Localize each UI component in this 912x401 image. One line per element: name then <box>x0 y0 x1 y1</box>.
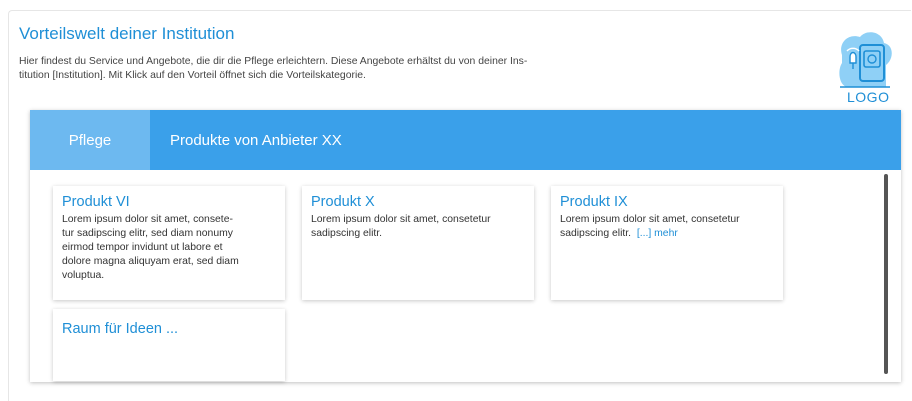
card-text-line: voluptua. <box>62 270 105 281</box>
card-text-line: Lorem ipsum dolor sit amet, consete- <box>62 214 233 225</box>
card-text: Lorem ipsum dolor sit amet, consetetur s… <box>311 213 525 241</box>
benefits-panel: Pflege Produkte von Anbieter XX Produkt … <box>30 110 901 382</box>
tab-bar: Pflege Produkte von Anbieter XX <box>30 110 901 170</box>
card-text: Lorem ipsum dolor sit amet, consete- tur… <box>62 213 276 283</box>
page-title: Vorteilswelt deiner Institution <box>19 24 235 43</box>
intro-line: titution [Institution]. Mit Klick auf de… <box>19 70 366 81</box>
tab-pflege[interactable]: Pflege <box>30 110 150 170</box>
intro-line: Hier findest du Service und Angebote, di… <box>19 56 528 67</box>
card-text-line: tur sadipscing elitr, sed diam nonumy <box>62 228 233 239</box>
card-text-segment: sadipscing elitr. <box>560 228 632 239</box>
card-title: Produkt X <box>311 194 375 210</box>
product-card-vi[interactable]: Produkt VI Lorem ipsum dolor sit amet, c… <box>53 186 285 300</box>
card-title: Raum für Ideen ... <box>62 321 179 337</box>
scrollbar[interactable] <box>884 174 888 374</box>
card-text-line: Lorem ipsum dolor sit amet, consetetur <box>560 214 740 225</box>
card-text-line: sadipscing elitr. <box>311 228 383 239</box>
card-text: Lorem ipsum dolor sit amet, consetetur s… <box>560 213 774 241</box>
more-link[interactable]: [...] mehr <box>637 228 678 239</box>
product-card-ix[interactable]: Produkt IX Lorem ipsum dolor sit amet, c… <box>551 186 783 300</box>
card-title: Produkt VI <box>62 194 130 210</box>
intro-text: Hier findest du Service und Angebote, di… <box>19 55 619 83</box>
product-card-x[interactable]: Produkt X Lorem ipsum dolor sit amet, co… <box>302 186 534 300</box>
card-title: Produkt IX <box>560 194 628 210</box>
card-text-line: eirmod tempor invidunt ut labore et <box>62 242 223 253</box>
ideas-card[interactable]: Raum für Ideen ... <box>53 309 285 381</box>
logo-label: LOGO <box>847 89 890 105</box>
tab-produkte-anbieter[interactable]: Produkte von Anbieter XX <box>170 110 342 170</box>
card-text-line: sadipscing elitr. [...] mehr <box>560 227 774 241</box>
card-text-line: dolore magna aliquyam erat, sed diam <box>62 256 239 267</box>
card-text-line: Lorem ipsum dolor sit amet, consetetur <box>311 214 491 225</box>
